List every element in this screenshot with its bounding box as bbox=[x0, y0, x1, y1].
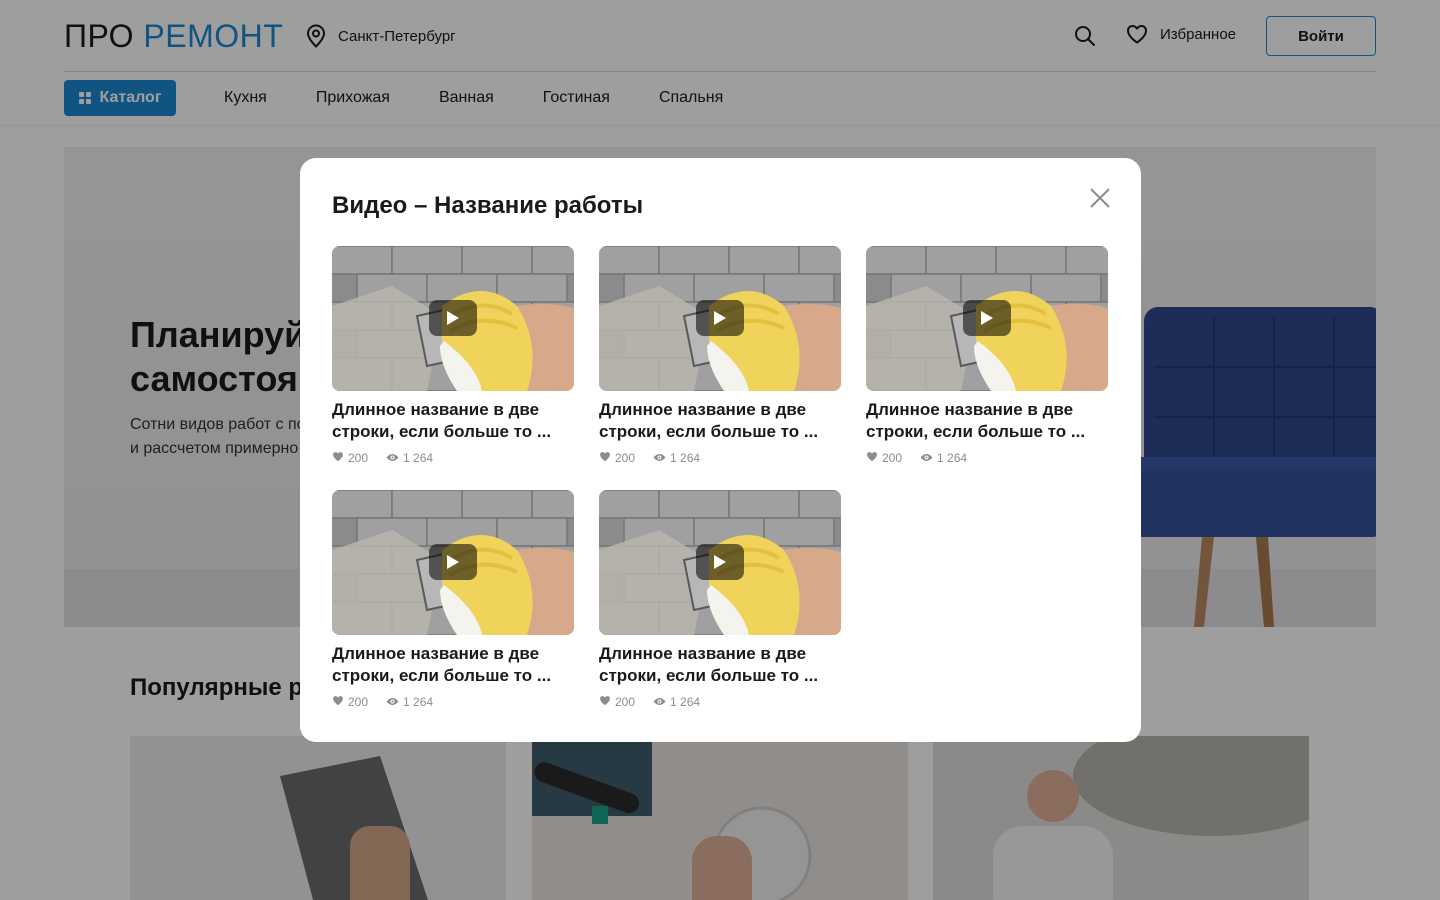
video-stats: 200 1 264 bbox=[866, 451, 985, 465]
play-icon[interactable] bbox=[429, 544, 477, 580]
likes-count: 200 bbox=[348, 451, 369, 465]
modal-title: Видео – Название работы bbox=[332, 192, 644, 219]
views-count: 1 264 bbox=[403, 695, 434, 709]
views-stat: 1 264 bbox=[653, 451, 700, 465]
video-thumbnail[interactable] bbox=[332, 490, 574, 635]
views-count: 1 264 bbox=[670, 451, 701, 465]
play-icon[interactable] bbox=[963, 300, 1011, 336]
video-modal: Видео – Название работы Длинное название… bbox=[300, 158, 1141, 742]
video-thumbnail[interactable] bbox=[599, 490, 841, 635]
heart-icon bbox=[599, 451, 611, 465]
likes-count: 200 bbox=[615, 451, 636, 465]
video-stats: 200 1 264 bbox=[332, 695, 451, 709]
video-card[interactable]: Длинное название в две строки, если боль… bbox=[599, 246, 841, 468]
heart-icon bbox=[332, 695, 344, 709]
video-card[interactable]: Длинное название в две строки, если боль… bbox=[332, 490, 574, 712]
likes-count: 200 bbox=[882, 451, 903, 465]
views-stat: 1 264 bbox=[653, 695, 700, 709]
play-icon[interactable] bbox=[696, 300, 744, 336]
video-title[interactable]: Длинное название в две строки, если боль… bbox=[332, 399, 574, 443]
views-count: 1 264 bbox=[403, 451, 434, 465]
views-stat: 1 264 bbox=[386, 695, 433, 709]
eye-icon bbox=[920, 451, 933, 465]
video-title[interactable]: Длинное название в две строки, если боль… bbox=[332, 643, 574, 687]
heart-icon bbox=[332, 451, 344, 465]
views-count: 1 264 bbox=[670, 695, 701, 709]
likes-stat: 200 bbox=[599, 451, 635, 465]
video-stats: 200 1 264 bbox=[599, 451, 718, 465]
eye-icon bbox=[386, 695, 399, 709]
eye-icon bbox=[653, 451, 666, 465]
likes-stat: 200 bbox=[599, 695, 635, 709]
heart-icon bbox=[866, 451, 878, 465]
video-title[interactable]: Длинное название в две строки, если боль… bbox=[599, 399, 841, 443]
eye-icon bbox=[653, 695, 666, 709]
likes-count: 200 bbox=[348, 695, 369, 709]
video-stats: 200 1 264 bbox=[332, 451, 451, 465]
video-title[interactable]: Длинное название в две строки, если боль… bbox=[599, 643, 841, 687]
video-thumbnail[interactable] bbox=[599, 246, 841, 391]
video-card[interactable]: Длинное название в две строки, если боль… bbox=[332, 246, 574, 468]
views-count: 1 264 bbox=[937, 451, 968, 465]
video-card[interactable]: Длинное название в две строки, если боль… bbox=[866, 246, 1108, 468]
likes-count: 200 bbox=[615, 695, 636, 709]
play-icon[interactable] bbox=[696, 544, 744, 580]
video-card[interactable]: Длинное название в две строки, если боль… bbox=[599, 490, 841, 712]
eye-icon bbox=[386, 451, 399, 465]
close-icon[interactable] bbox=[1086, 184, 1114, 212]
video-thumbnail[interactable] bbox=[866, 246, 1108, 391]
video-title[interactable]: Длинное название в две строки, если боль… bbox=[866, 399, 1108, 443]
video-thumbnail[interactable] bbox=[332, 246, 574, 391]
likes-stat: 200 bbox=[866, 451, 902, 465]
views-stat: 1 264 bbox=[386, 451, 433, 465]
likes-stat: 200 bbox=[332, 451, 368, 465]
views-stat: 1 264 bbox=[920, 451, 967, 465]
likes-stat: 200 bbox=[332, 695, 368, 709]
heart-icon bbox=[599, 695, 611, 709]
video-stats: 200 1 264 bbox=[599, 695, 718, 709]
play-icon[interactable] bbox=[429, 300, 477, 336]
